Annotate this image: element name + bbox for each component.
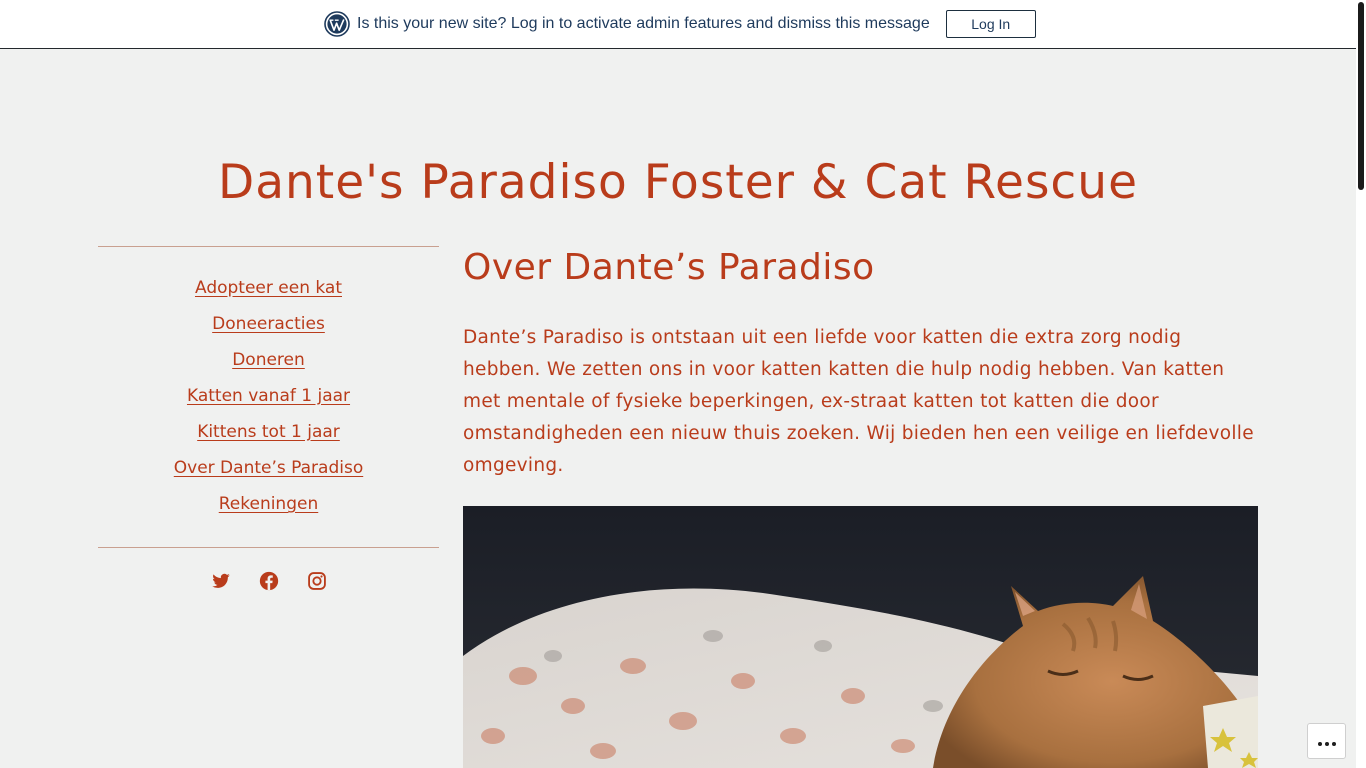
nav-item-doneren[interactable]: Doneren <box>232 350 305 370</box>
sidebar-divider-bottom <box>98 547 439 548</box>
admin-notice: Is this your new site? Log in to activat… <box>324 10 1036 38</box>
log-in-button[interactable]: Log In <box>945 10 1036 38</box>
facebook-icon[interactable] <box>259 571 279 591</box>
sidebar-divider-top <box>98 246 439 247</box>
site-title[interactable]: Dante's Paradiso Foster & Cat Rescue <box>0 150 1356 216</box>
nav-item-adopteer-een-kat[interactable]: Adopteer een kat <box>195 278 342 298</box>
nav-item-doneeracties[interactable]: Doneeracties <box>212 314 325 334</box>
wordpress-logo-icon <box>324 11 350 37</box>
social-links <box>98 571 439 591</box>
nav-item-katten-vanaf-1-jaar[interactable]: Katten vanaf 1 jaar <box>187 386 350 406</box>
admin-notice-bar: Is this your new site? Log in to activat… <box>0 0 1356 49</box>
more-actions-button[interactable] <box>1307 723 1346 759</box>
notice-message: Is this your new site? Log in to activat… <box>357 15 930 32</box>
main-content: Over Dante’s Paradiso Dante’s Paradiso i… <box>463 244 1258 476</box>
sleeping-cat-photo <box>463 506 1258 768</box>
nav-item-kittens-tot-1-jaar[interactable]: Kittens tot 1 jaar <box>197 422 340 442</box>
sidebar-nav: Adopteer een kat Doneeracties Doneren Ka… <box>98 275 439 527</box>
twitter-icon[interactable] <box>211 571 231 591</box>
nav-item-rekeningen[interactable]: Rekeningen <box>219 494 319 514</box>
ellipsis-icon <box>1317 732 1337 751</box>
page-title: Over Dante’s Paradiso <box>463 247 875 288</box>
page-intro-paragraph: Dante’s Paradiso is ontstaan uit een lie… <box>463 327 1254 476</box>
nav-item-over-dantes-paradiso[interactable]: Over Dante’s Paradiso <box>174 458 363 478</box>
instagram-icon[interactable] <box>307 571 327 591</box>
scrollbar-thumb[interactable] <box>1358 2 1364 190</box>
